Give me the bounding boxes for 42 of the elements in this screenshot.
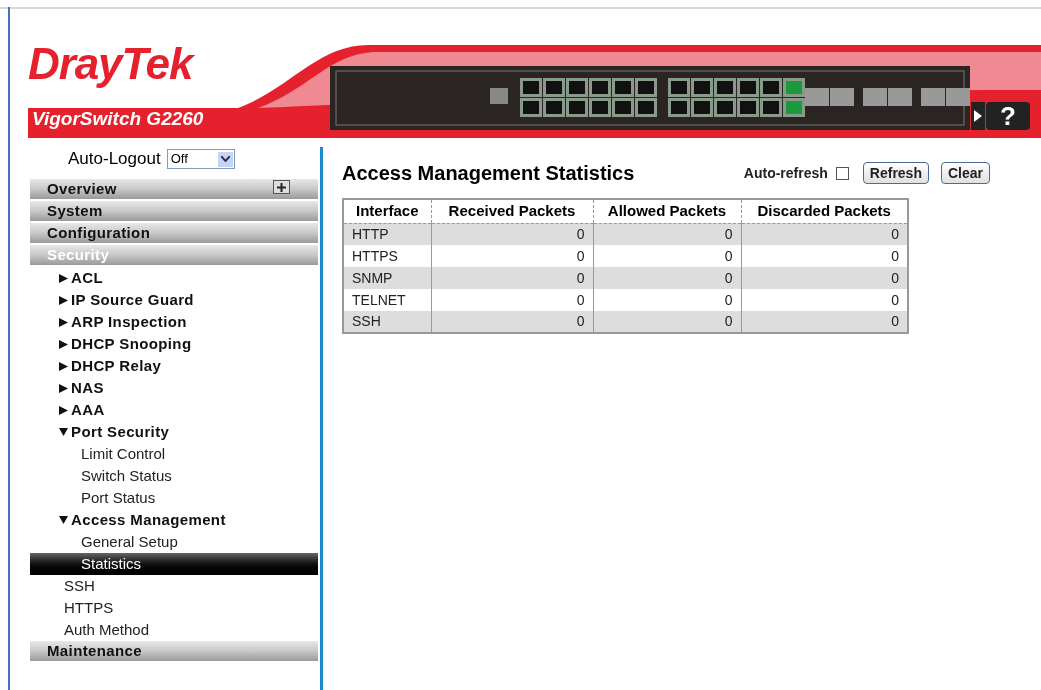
menu-item[interactable]: Port Security xyxy=(30,421,318,443)
table-cell: 0 xyxy=(593,311,741,333)
toolbar-button[interactable]: Refresh xyxy=(862,162,929,184)
menu-item[interactable]: Switch Status xyxy=(30,465,318,487)
menu-item[interactable]: Limit Control xyxy=(30,443,318,465)
menu-item[interactable]: ACL xyxy=(30,267,318,289)
page-title: Access Management Statistics xyxy=(342,161,636,186)
arrow-right-icon[interactable] xyxy=(971,102,985,130)
column-header: Received Packets xyxy=(431,199,593,223)
auto-refresh-label: Auto-refresh xyxy=(743,163,828,183)
menu-item[interactable]: DHCP Relay xyxy=(30,355,318,377)
menu-item[interactable]: HTTPS xyxy=(30,597,318,619)
table-cell: 0 xyxy=(741,311,908,333)
menu-item[interactable]: ARP Inspection xyxy=(30,311,318,333)
model-name: VigorSwitch G2260 xyxy=(32,109,204,128)
menu-header[interactable]: System xyxy=(30,201,318,221)
help-button[interactable]: ? xyxy=(986,102,1030,130)
column-header: Discarded Packets xyxy=(741,199,908,223)
column-header: Allowed Packets xyxy=(593,199,741,223)
auto-refresh-checkbox[interactable] xyxy=(835,166,849,180)
chevron-down-icon[interactable] xyxy=(217,151,233,167)
menu-header[interactable]: Overview xyxy=(30,179,318,199)
menu-item[interactable]: Auth Method xyxy=(30,619,318,641)
auto-logout-label: Auto-Logout xyxy=(68,148,161,171)
menu-item[interactable]: NAS xyxy=(30,377,318,399)
menu-item[interactable]: AAA xyxy=(30,399,318,421)
table-cell: 0 xyxy=(431,311,593,333)
menu-item[interactable]: DHCP Snooping xyxy=(30,333,318,355)
brand-logo: DrayTek xyxy=(28,42,193,86)
menu-item[interactable]: Access Management xyxy=(30,509,318,531)
menu-item[interactable]: Statistics xyxy=(30,553,318,575)
toolbar-button[interactable]: Clear xyxy=(940,162,990,184)
menu-item[interactable]: SSH xyxy=(30,575,318,597)
column-header: Interface xyxy=(343,199,431,223)
plus-icon[interactable] xyxy=(273,180,290,194)
menu-header[interactable]: Configuration xyxy=(30,223,318,243)
menu-item[interactable]: General Setup xyxy=(30,531,318,553)
menu-header[interactable]: Maintenance xyxy=(30,641,318,661)
menu-item[interactable]: IP Source Guard xyxy=(30,289,318,311)
auto-logout-select[interactable]: Off xyxy=(166,149,235,169)
table-cell: SSH xyxy=(343,311,431,333)
menu-item[interactable]: Port Status xyxy=(30,487,318,509)
